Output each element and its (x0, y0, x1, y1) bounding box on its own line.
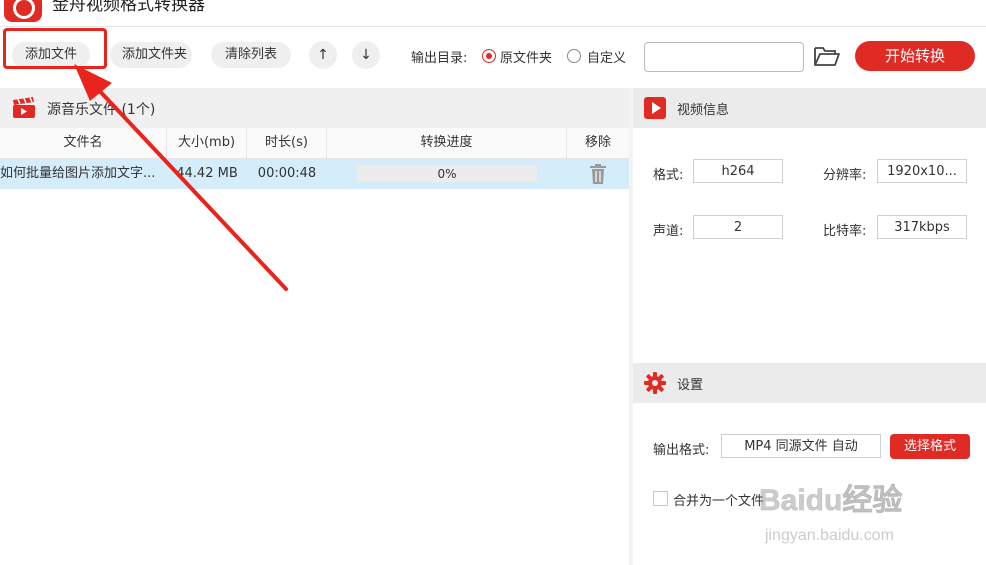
start-convert-button[interactable]: 开始转换 (855, 41, 975, 71)
app-title: 金舟视频格式转换器 (52, 0, 205, 15)
settings-title: 设置 (677, 378, 704, 393)
merge-label[interactable]: 合并为一个文件 (673, 490, 764, 509)
annotation-highlight-box (3, 28, 107, 69)
file-size-cell: 44.42 MB (176, 166, 238, 181)
file-list-panel: 源音乐文件 (1个) 文件名 大小(mb) 时长(s) 转换进度 移除 如何批量… (0, 88, 629, 565)
file-list-header: 源音乐文件 (1个) (0, 88, 629, 128)
toolbar: 添加文件 添加文件夹 清除列表 ↑ ↓ 输出目录: 原文件夹 自定义 开始转换 (0, 27, 986, 87)
table-row[interactable]: 如何批量给图片添加文字... 44.42 MB 00:00:48 0% (0, 159, 629, 189)
radio-custom-label[interactable]: 自定义 (587, 47, 626, 66)
watermark-url: jingyan.baidu.com (764, 527, 894, 544)
settings-header: 设置 (633, 363, 986, 403)
radio-source-folder-label[interactable]: 原文件夹 (500, 47, 552, 66)
channel-label: 声道: (653, 224, 684, 239)
trash-icon[interactable] (588, 164, 608, 184)
progress-bar: 0% (357, 166, 537, 182)
column-header-remove: 移除 (584, 135, 611, 150)
folder-open-icon[interactable] (813, 44, 841, 68)
bitrate-label: 比特率: (823, 224, 867, 239)
clear-list-button[interactable]: 清除列表 (211, 42, 291, 68)
gear-icon (644, 372, 666, 394)
video-info-header: 视频信息 (633, 88, 986, 128)
format-value: h264 (693, 159, 783, 183)
channel-value: 2 (693, 215, 783, 239)
output-format-label: 输出格式: (653, 443, 710, 458)
resolution-value: 1920x10... (877, 159, 967, 183)
panel-divider (629, 88, 633, 565)
baidu-watermark: Baidu经验 jingyan.baidu.com (755, 478, 980, 546)
output-dir-label: 输出目录: (411, 51, 468, 66)
file-list-title: 源音乐文件 (1个) (47, 102, 156, 118)
column-header-progress: 转换进度 (327, 128, 567, 158)
arrow-down-icon[interactable]: ↓ (352, 41, 380, 69)
column-header-name: 文件名 (0, 128, 167, 158)
app-logo-icon (4, 0, 42, 22)
merge-checkbox[interactable] (653, 491, 668, 506)
format-label: 格式: (653, 168, 684, 183)
output-path-input[interactable] (644, 42, 804, 72)
bitrate-value: 317kbps (877, 215, 967, 239)
radio-source-folder[interactable] (482, 49, 496, 63)
video-info-title: 视频信息 (677, 103, 730, 118)
arrow-up-icon[interactable]: ↑ (309, 41, 337, 69)
output-format-field[interactable]: MP4 同源文件 自动 (721, 434, 881, 458)
file-name-cell: 如何批量给图片添加文字... (0, 166, 156, 181)
watermark-brand: Baidu经验 (759, 483, 902, 517)
file-duration-cell: 00:00:48 (257, 166, 317, 181)
clapperboard-icon (13, 97, 35, 118)
video-play-icon (644, 97, 666, 119)
title-bar: 金舟视频格式转换器 (0, 0, 986, 27)
column-header-size: 大小(mb) (167, 128, 247, 158)
radio-custom[interactable] (567, 49, 581, 63)
choose-format-button[interactable]: 选择格式 (890, 434, 970, 459)
table-header: 文件名 大小(mb) 时长(s) 转换进度 移除 (0, 128, 629, 159)
resolution-label: 分辨率: (823, 168, 867, 183)
column-header-duration: 时长(s) (247, 128, 327, 158)
add-folder-button[interactable]: 添加文件夹 (110, 42, 192, 68)
